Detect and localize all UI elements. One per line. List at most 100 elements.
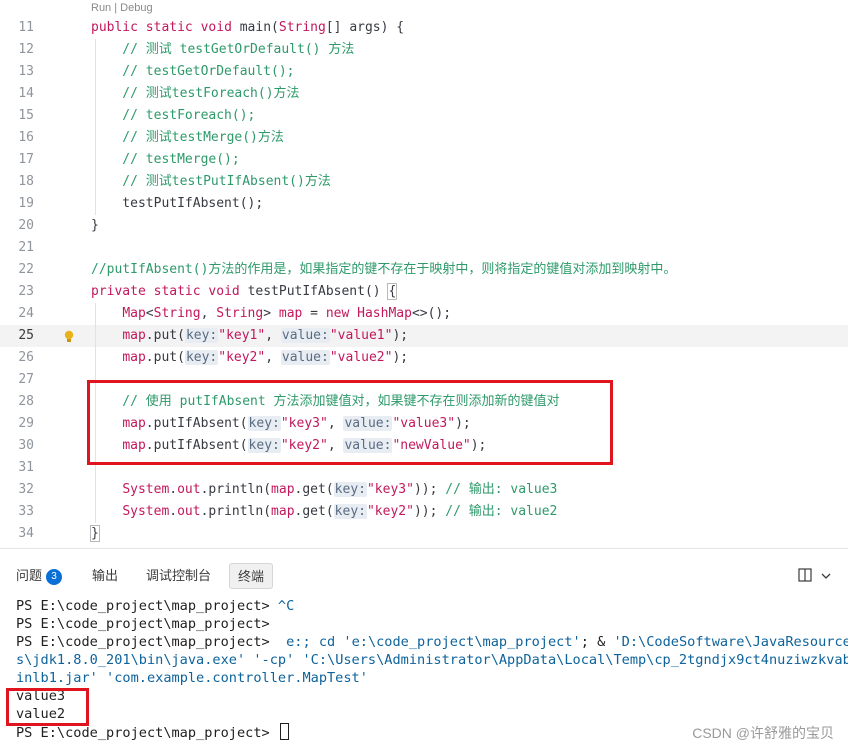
code-line[interactable]: 33 System.out.println(map.get(key:"key2"… bbox=[0, 501, 848, 523]
code-editor[interactable]: Run | Debug 11 public static void main(St… bbox=[0, 0, 848, 548]
code-token: "value2" bbox=[329, 350, 393, 365]
code-line[interactable]: 27 bbox=[0, 369, 848, 391]
code-line[interactable]: 20} bbox=[0, 215, 848, 237]
code-token: // testForeach(); bbox=[91, 108, 256, 123]
code-text: System.out.println(map.get(key:"key2"));… bbox=[91, 501, 557, 523]
tab-debug-console[interactable]: 调试控制台 bbox=[146, 563, 211, 589]
line-number: 29 bbox=[18, 416, 34, 431]
code-token: .get( bbox=[294, 504, 334, 519]
code-token: = bbox=[302, 306, 326, 321]
code-line[interactable]: 34} bbox=[0, 523, 848, 545]
code-text: // 测试testPutIfAbsent()方法 bbox=[91, 171, 331, 193]
chevron-down-icon[interactable] bbox=[820, 567, 832, 586]
indent-guide bbox=[95, 303, 96, 523]
line-number: 25 bbox=[18, 328, 34, 343]
inlay-hint: value: bbox=[343, 438, 393, 453]
code-line[interactable]: 19 testPutIfAbsent(); bbox=[0, 193, 848, 215]
code-token: main( bbox=[239, 20, 279, 35]
lightbulb-icon[interactable] bbox=[63, 329, 75, 343]
code-token: static bbox=[153, 284, 209, 299]
line-number: 31 bbox=[18, 460, 34, 475]
code-line[interactable]: 21 bbox=[0, 237, 848, 259]
code-token: map bbox=[122, 438, 146, 453]
inlay-hint: key: bbox=[184, 350, 219, 365]
code-token: "value1" bbox=[329, 328, 393, 343]
code-token: // 输出: value3 bbox=[437, 482, 558, 497]
terminal-text: 'C:\Users\Administrator\AppData\Local\Te… bbox=[302, 652, 848, 668]
problems-count-badge: 3 bbox=[46, 569, 63, 585]
code-line[interactable]: 22 //putIfAbsent()方法的作用是，如果指定的键不存在于映射中，则将… bbox=[0, 259, 848, 281]
code-line[interactable]: 16 // 测试testMerge()方法 bbox=[0, 127, 848, 149]
code-token: } bbox=[90, 525, 100, 542]
code-token: "key3" bbox=[280, 416, 328, 431]
code-line[interactable]: 25 map.put(key:"key1", value:"value1"); bbox=[0, 325, 848, 347]
code-line[interactable]: 26 map.put(key:"key2", value:"value2"); bbox=[0, 347, 848, 369]
line-number: 30 bbox=[18, 438, 34, 453]
line-number: 21 bbox=[18, 240, 34, 255]
code-text: // 测试 testGetOrDefault() 方法 bbox=[91, 39, 354, 61]
tab-problems-label: 问题 bbox=[16, 568, 43, 583]
codelens-run-debug[interactable]: Run | Debug bbox=[91, 2, 153, 14]
terminal-output[interactable]: PS E:\code_project\map_project> ^C PS E:\… bbox=[16, 597, 848, 741]
tab-problems[interactable]: 问题 3 bbox=[16, 563, 63, 589]
line-number: 11 bbox=[18, 20, 34, 35]
inlay-hint: value: bbox=[343, 416, 393, 431]
terminal-text: PS E:\code_project\map_project> bbox=[16, 616, 270, 632]
code-token: System bbox=[122, 482, 170, 497]
terminal-text: s\jdk1.8.0_201\bin\java.exe' bbox=[16, 652, 246, 668]
line-number: 19 bbox=[18, 196, 34, 211]
code-token: out bbox=[177, 482, 201, 497]
tab-terminal[interactable]: 终端 bbox=[229, 563, 274, 589]
code-line[interactable]: 15 // testForeach(); bbox=[0, 105, 848, 127]
code-token: "newValue" bbox=[392, 438, 471, 453]
code-token: // 测试 testGetOrDefault() 方法 bbox=[91, 42, 355, 57]
code-token: { bbox=[387, 283, 398, 300]
code-token: map bbox=[271, 504, 295, 519]
line-number: 27 bbox=[18, 372, 34, 387]
code-token: .putIfAbsent( bbox=[145, 438, 248, 453]
code-line[interactable]: 31 bbox=[0, 457, 848, 479]
code-token: static bbox=[145, 20, 201, 35]
code-token: .println( bbox=[200, 504, 272, 519]
inlay-hint: key: bbox=[333, 504, 367, 519]
tab-debug-console-label: 调试控制台 bbox=[146, 568, 212, 583]
terminal-line: PS E:\code_project\map_project> bbox=[16, 615, 838, 633]
code-line[interactable]: 24 Map<String, String> map = new HashMap… bbox=[0, 303, 848, 325]
code-line[interactable]: 11 public static void main(String[] args)… bbox=[0, 17, 848, 39]
code-line[interactable]: 12 // 测试 testGetOrDefault() 方法 bbox=[0, 39, 848, 61]
code-line[interactable]: 14 // 测试testForeach()方法 bbox=[0, 83, 848, 105]
code-line[interactable]: 13 // testGetOrDefault(); bbox=[0, 61, 848, 83]
terminal-text: 'com.example.controller.MapTest' bbox=[106, 670, 368, 686]
code-token: "key3" bbox=[366, 482, 414, 497]
code-text: //putIfAbsent()方法的作用是，如果指定的键不存在于映射中，则将指定… bbox=[91, 259, 676, 281]
code-line[interactable]: 30 map.putIfAbsent(key:"key2", value:"ne… bbox=[0, 435, 848, 457]
line-number: 13 bbox=[18, 64, 34, 79]
code-token: .putIfAbsent( bbox=[145, 416, 248, 431]
tab-terminal-label: 终端 bbox=[238, 569, 265, 584]
line-number: 17 bbox=[18, 152, 34, 167]
panel-tabs: 问题 3 输出 调试控制台 终端 bbox=[0, 549, 848, 597]
code-token: <>(); bbox=[411, 306, 452, 321]
code-line[interactable]: 28 // 使用 putIfAbsent 方法添加键值对，如果键不存在则添加新的… bbox=[0, 391, 848, 413]
split-panel-icon[interactable] bbox=[798, 567, 812, 586]
code-line[interactable]: 17 // testMerge(); bbox=[0, 149, 848, 171]
code-line[interactable]: 18 // 测试testPutIfAbsent()方法 bbox=[0, 171, 848, 193]
inlay-hint: key: bbox=[333, 482, 367, 497]
code-token: testPutIfAbsent(); bbox=[91, 196, 264, 211]
inlay-hint: key: bbox=[247, 416, 281, 431]
tab-output[interactable]: 输出 bbox=[92, 563, 118, 589]
code-token: < bbox=[145, 306, 154, 321]
code-token: String bbox=[278, 20, 326, 35]
terminal-text: value2 bbox=[16, 706, 66, 722]
code-line[interactable]: 32 System.out.println(map.get(key:"key3"… bbox=[0, 479, 848, 501]
terminal-line: value2 bbox=[16, 705, 838, 723]
code-line[interactable]: 29 map.putIfAbsent(key:"key3", value:"va… bbox=[0, 413, 848, 435]
code-token: ); bbox=[455, 416, 471, 431]
code-token: ); bbox=[392, 350, 409, 365]
code-line[interactable]: 23 private static void testPutIfAbsent() … bbox=[0, 281, 848, 303]
inlay-hint: value: bbox=[280, 328, 330, 343]
line-number: 14 bbox=[18, 86, 34, 101]
code-token: map bbox=[122, 416, 146, 431]
code-token: ); bbox=[470, 438, 487, 453]
